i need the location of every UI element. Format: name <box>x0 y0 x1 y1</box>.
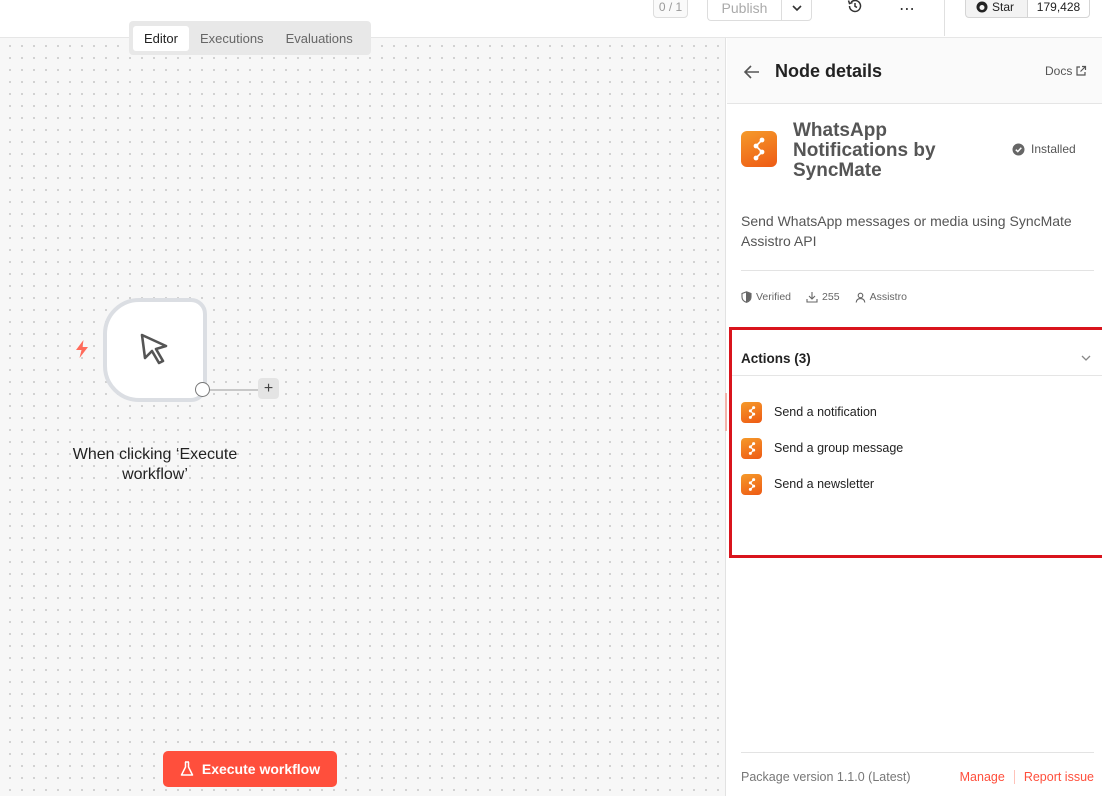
syncmate-logo-icon <box>741 401 762 423</box>
package-description: Send WhatsApp messages or media using Sy… <box>741 213 1072 249</box>
actions-header[interactable]: Actions (3) <box>732 330 1102 376</box>
footer-divider <box>741 752 1094 753</box>
action-item[interactable]: Send a newsletter <box>741 473 874 495</box>
action-label: Send a group message <box>774 441 904 455</box>
footer-links: Manage Report issue <box>960 770 1094 784</box>
package-version: Package version 1.1.0 (Latest) <box>741 770 911 784</box>
shield-icon <box>741 291 752 303</box>
download-count: 255 <box>806 291 840 303</box>
check-badge-icon <box>1012 143 1025 155</box>
github-icon <box>976 1 988 13</box>
download-count-value: 255 <box>822 291 840 303</box>
view-tabs: Editor Executions Evaluations <box>129 21 371 55</box>
history-icon[interactable] <box>846 0 864 15</box>
flask-icon <box>180 761 194 776</box>
action-label: Send a newsletter <box>774 477 875 491</box>
workflow-counter: 0 / 1 <box>653 0 688 18</box>
author-name: Assistro <box>869 291 907 303</box>
manage-link[interactable]: Manage <box>960 770 1005 784</box>
installed-badge: Installed <box>1012 142 1076 156</box>
author: Assistro <box>855 291 907 303</box>
publish-button[interactable]: Publish <box>707 0 781 21</box>
tab-evaluations[interactable]: Evaluations <box>275 26 364 51</box>
package-meta: Verified 255 Assistro <box>741 291 907 303</box>
docs-link[interactable]: Docs <box>1045 64 1087 78</box>
docs-label: Docs <box>1045 64 1073 78</box>
panel-header: Node details Docs <box>727 38 1102 104</box>
connection-line <box>210 389 258 391</box>
syncmate-logo-icon <box>741 473 762 495</box>
description-divider <box>741 270 1094 271</box>
user-icon <box>855 292 865 303</box>
trigger-node-label: When clicking ‘Execute workflow’ <box>72 446 238 483</box>
trigger-node[interactable] <box>103 298 207 402</box>
execute-workflow-button[interactable]: Execute workflow <box>163 751 337 787</box>
publish-dropdown-button[interactable] <box>781 0 812 21</box>
action-item[interactable]: Send a group message <box>741 437 903 459</box>
package-icon <box>741 131 777 167</box>
github-star-count[interactable]: 179,428 <box>1027 0 1090 18</box>
workflow-canvas[interactable] <box>0 38 726 796</box>
execute-workflow-label: Execute workflow <box>201 761 321 777</box>
report-issue-link[interactable]: Report issue <box>1024 770 1094 784</box>
lightning-bolt-icon <box>76 340 88 358</box>
topbar-divider <box>944 0 945 36</box>
actions-section: Actions (3) Send a notification Send a g… <box>729 327 1102 558</box>
actions-title: Actions (3) <box>741 351 811 366</box>
external-link-icon <box>1076 65 1087 76</box>
syncmate-logo-icon <box>741 437 762 459</box>
github-star-label: Star <box>992 0 1015 14</box>
footer-separator <box>1013 770 1015 784</box>
mouse-pointer-icon <box>140 333 168 365</box>
verified-label: Verified <box>756 291 792 303</box>
action-label: Send a notification <box>774 405 877 419</box>
tab-executions[interactable]: Executions <box>189 26 275 51</box>
add-node-button[interactable]: + <box>258 378 279 399</box>
tab-editor[interactable]: Editor <box>133 25 189 51</box>
action-item[interactable]: Send a notification <box>741 401 877 423</box>
package-name: WhatsApp Notifications by SyncMate <box>793 120 936 181</box>
syncmate-logo-icon <box>753 137 765 161</box>
installed-label: Installed <box>1031 142 1076 156</box>
chevron-down-icon <box>1081 355 1091 361</box>
chevron-down-icon <box>791 4 802 11</box>
more-options-icon[interactable]: ⋯ <box>899 0 916 19</box>
node-output-handle[interactable] <box>195 382 210 397</box>
node-details-panel: Node details Docs WhatsApp Notifications… <box>727 38 1102 796</box>
download-icon <box>806 292 818 303</box>
panel-title: Node details <box>775 61 883 81</box>
verified-badge: Verified <box>741 291 791 303</box>
arrow-left-icon[interactable] <box>742 62 762 82</box>
